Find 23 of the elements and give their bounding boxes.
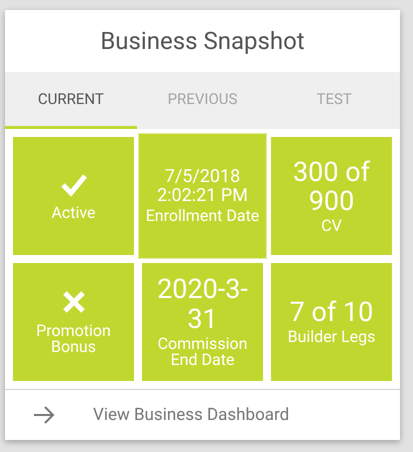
close-icon bbox=[60, 288, 86, 314]
tab[interactable]: CURRENT bbox=[5, 72, 137, 130]
tab[interactable]: TEST bbox=[268, 72, 400, 130]
tile-label: CV bbox=[321, 218, 342, 235]
arrow-icon bbox=[33, 406, 55, 424]
stat-tile[interactable]: Active bbox=[13, 137, 134, 256]
dashboard-link[interactable]: View Business Dashboard bbox=[93, 405, 290, 426]
tile-label: Builder Legs bbox=[288, 329, 376, 346]
tile-label: Enrollment Date bbox=[146, 208, 260, 225]
tile-label: Commission End Date bbox=[156, 336, 248, 370]
stat-tile[interactable]: 7 of 10 Builder Legs bbox=[271, 263, 392, 382]
stat-tile[interactable]: 7/5/2018 2:02:21 PM Enrollment Date bbox=[138, 133, 267, 260]
tile-value: 2020-3-31 bbox=[156, 275, 249, 334]
tile-value: 300 of 900 bbox=[292, 158, 371, 216]
stat-tile[interactable]: 2020-3-31 Commission End Date bbox=[142, 263, 263, 382]
tile-value: 7 of 10 bbox=[290, 298, 374, 328]
tab[interactable]: PREVIOUS bbox=[136, 72, 268, 130]
stat-tile[interactable]: Promotion Bonus bbox=[13, 263, 134, 382]
card-title: Business Snapshot bbox=[99, 26, 306, 57]
tile-value: 7/5/2018 2:02:21 PM bbox=[156, 168, 249, 206]
tile-label: Active bbox=[51, 204, 96, 222]
stat-tile[interactable]: 300 of 900 CV bbox=[271, 137, 392, 256]
tile-label: Promotion Bonus bbox=[35, 322, 112, 356]
